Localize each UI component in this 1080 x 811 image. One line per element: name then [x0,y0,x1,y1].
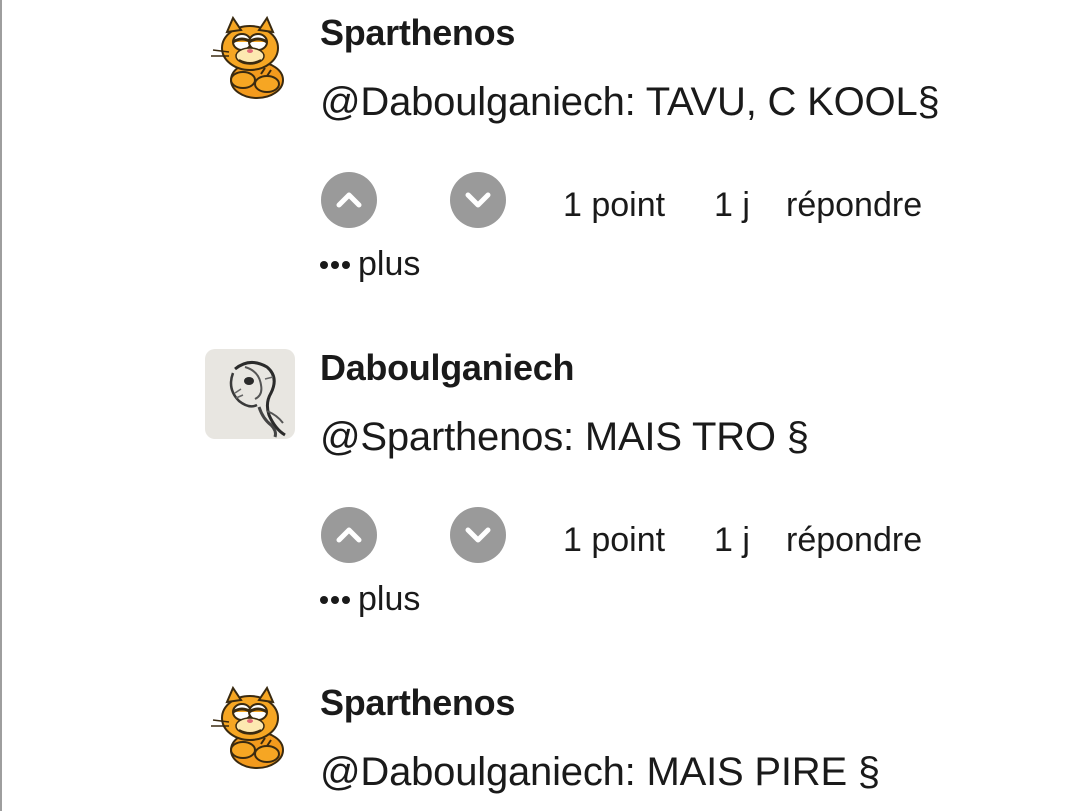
comment-points: 1 point [563,521,666,559]
upvote-button[interactable] [321,172,377,228]
garfield-avatar-icon[interactable] [205,14,295,104]
comment-age: 1 j [714,186,750,224]
chevron-down-icon [465,527,491,543]
comment-author[interactable]: Sparthenos [320,682,515,724]
left-border [0,0,2,811]
downvote-button[interactable] [450,172,506,228]
comment-age: 1 j [714,521,750,559]
more-label: plus [358,580,421,618]
sketch-avatar-icon[interactable] [205,349,295,439]
chevron-down-icon [465,192,491,208]
reply-button[interactable]: répondre [786,521,922,560]
more-button[interactable]: plus [320,580,420,619]
garfield-avatar-icon[interactable] [205,684,295,774]
more-dots-icon [320,595,350,604]
comment-text: @Sparthenos: MAIS TRO § [320,415,809,459]
comment-author[interactable]: Daboulganiech [320,347,574,389]
comment-text: @Daboulganiech: TAVU, C KOOL§ [320,80,940,124]
comment-author[interactable]: Sparthenos [320,12,515,54]
downvote-button[interactable] [450,507,506,563]
reply-button[interactable]: répondre [786,186,922,225]
comment-text: @Daboulganiech: MAIS PIRE § [320,750,880,794]
chevron-up-icon [336,192,362,208]
upvote-button[interactable] [321,507,377,563]
comment-points: 1 point [563,186,666,224]
more-dots-icon [320,260,350,269]
chevron-up-icon [336,527,362,543]
more-button[interactable]: plus [320,245,420,284]
more-label: plus [358,245,421,283]
